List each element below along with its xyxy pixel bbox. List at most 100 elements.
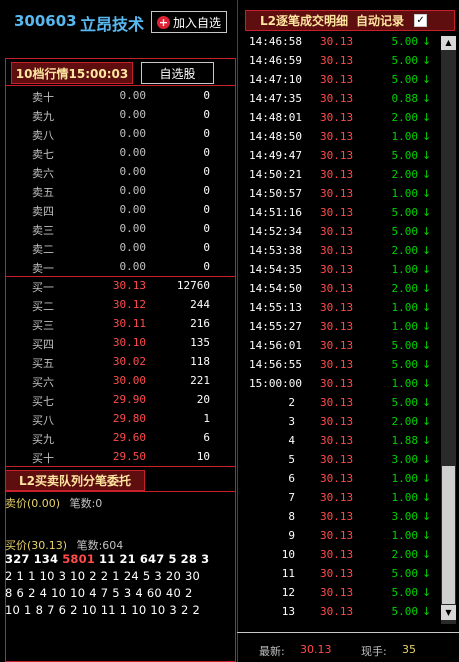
trade-row[interactable]: 14:55:13 30.13 1.00 ↓ [244, 299, 440, 318]
queue-order: 10 [70, 569, 86, 583]
trade-row[interactable]: 14:48:50 30.13 1.00 ↓ [244, 128, 440, 147]
trade-row[interactable]: 12 30.13 5.00 ↓ [244, 584, 440, 603]
scroll-down-icon[interactable]: ▼ [441, 605, 456, 620]
buy-level-row[interactable]: 买七 29.90 20 [6, 391, 234, 410]
sell-level-row[interactable]: 卖二 0.00 0 [6, 239, 234, 258]
trade-row[interactable]: 14:49:47 30.13 5.00 ↓ [244, 147, 440, 166]
trade-price: 30.13 [320, 453, 354, 466]
sell-level-row[interactable]: 卖一 0.00 0 [6, 258, 234, 277]
trade-row[interactable]: 3 30.13 2.00 ↓ [244, 413, 440, 432]
trade-volume: 1.00 [391, 320, 419, 333]
trade-time: 14:47:35 [249, 92, 302, 105]
trade-row[interactable]: 14:54:50 30.13 2.00 ↓ [244, 280, 440, 299]
trade-row[interactable]: 13 30.13 5.00 ↓ [244, 603, 440, 622]
sell-level-row[interactable]: 卖三 0.00 0 [6, 220, 234, 239]
trade-row[interactable]: 7 30.13 1.00 ↓ [244, 489, 440, 508]
tab-l2-detail[interactable]: L2逐笔成交明细 自动记录 ✓ [245, 10, 455, 31]
queue-order: 4 [39, 586, 48, 600]
queue-order: 30 [184, 569, 201, 583]
trade-row[interactable]: 14:48:01 30.13 2.00 ↓ [244, 109, 440, 128]
tab-favorites[interactable]: 自选股 [141, 62, 214, 84]
buy-level-row[interactable]: 买三 30.11 216 [6, 315, 234, 334]
scroll-thumb[interactable] [442, 466, 455, 604]
sell-level-row[interactable]: 卖九 0.00 0 [6, 106, 234, 125]
trade-price: 30.13 [320, 320, 354, 333]
level-volume: 0 [203, 222, 210, 235]
trade-row[interactable]: 14:54:35 30.13 1.00 ↓ [244, 261, 440, 280]
queue-order: 2 [28, 586, 36, 600]
sell-level-row[interactable]: 卖七 0.00 0 [6, 144, 234, 163]
trade-price: 30.13 [320, 149, 354, 162]
sell-level-row[interactable]: 卖十 0.00 0 [6, 87, 234, 106]
trade-row[interactable]: 15:00:00 30.13 1.00 ↓ [244, 375, 440, 394]
trade-row[interactable]: 14:55:27 30.13 1.00 ↓ [244, 318, 440, 337]
trade-row[interactable]: 4 30.13 1.88 ↓ [244, 432, 440, 451]
buy-level-row[interactable]: 买九 29.60 6 [6, 429, 234, 448]
trade-volume: 5.00 [391, 149, 419, 162]
trade-row[interactable]: 11 30.13 5.00 ↓ [244, 565, 440, 584]
trade-row[interactable]: 14:46:59 30.13 5.00 ↓ [244, 52, 440, 71]
add-favorite-button[interactable]: + 加入自选 [151, 11, 227, 33]
trade-row[interactable]: 5 30.13 3.00 ↓ [244, 451, 440, 470]
trade-row[interactable]: 14:56:01 30.13 5.00 ↓ [244, 337, 440, 356]
down-arrow-icon: ↓ [422, 206, 432, 219]
trade-time: 2 [288, 396, 295, 409]
trade-price: 30.13 [320, 358, 354, 371]
buy-level-row[interactable]: 买八 29.80 1 [6, 410, 234, 429]
trade-price: 30.13 [320, 282, 354, 295]
trade-row[interactable]: 10 30.13 2.00 ↓ [244, 546, 440, 565]
buy-level-row[interactable]: 买十 29.50 10 [6, 448, 234, 467]
auto-record-checkbox[interactable]: ✓ [414, 14, 428, 27]
down-arrow-icon: ↓ [422, 73, 432, 86]
tab-l2-queue[interactable]: L2买卖队列分笔委托 [5, 470, 145, 491]
trade-time: 14:48:50 [249, 130, 302, 143]
queue-order: 3 [201, 552, 210, 566]
sell-level-row[interactable]: 卖五 0.00 0 [6, 182, 234, 201]
trade-row[interactable]: 6 30.13 1.00 ↓ [244, 470, 440, 489]
queue-order: 40 [165, 586, 181, 600]
trade-row[interactable]: 9 30.13 1.00 ↓ [244, 527, 440, 546]
trade-row[interactable]: 14:52:34 30.13 5.00 ↓ [244, 223, 440, 242]
queue-order: 8 [35, 603, 44, 617]
trade-row[interactable]: 14:47:35 30.13 0.88 ↓ [244, 90, 440, 109]
down-arrow-icon: ↓ [422, 415, 432, 428]
latest-price-value: 30.13 [300, 643, 332, 656]
trade-time: 11 [281, 567, 295, 580]
level-label: 卖九 [32, 110, 54, 123]
trade-volume: 5.00 [391, 35, 419, 48]
trade-row[interactable]: 8 30.13 3.00 ↓ [244, 508, 440, 527]
trade-row[interactable]: 14:50:21 30.13 2.00 ↓ [244, 166, 440, 185]
buy-level-row[interactable]: 买六 30.00 221 [6, 372, 234, 391]
level-label: 卖五 [32, 186, 54, 199]
queue-order: 8 [5, 586, 13, 600]
buy-level-row[interactable]: 买一 30.13 12760 [6, 277, 234, 296]
trade-volume: 5.00 [391, 396, 419, 409]
queue-order: 2 [180, 603, 189, 617]
trade-row[interactable]: 14:50:57 30.13 1.00 ↓ [244, 185, 440, 204]
trade-volume: 5.00 [391, 225, 419, 238]
buy-level-row[interactable]: 买二 30.12 244 [6, 296, 234, 315]
buy-level-row[interactable]: 买四 30.10 135 [6, 334, 234, 353]
level-volume: 0 [203, 127, 210, 140]
trade-volume: 0.88 [391, 92, 419, 105]
trade-price: 30.13 [320, 92, 354, 105]
trade-row[interactable]: 14:53:38 30.13 2.00 ↓ [244, 242, 440, 261]
trade-price: 30.13 [320, 529, 354, 542]
trade-row[interactable]: 14:51:16 30.13 5.00 ↓ [244, 204, 440, 223]
down-arrow-icon: ↓ [422, 586, 432, 599]
trade-price: 30.13 [320, 567, 354, 580]
trade-row[interactable]: 2 30.13 5.00 ↓ [244, 394, 440, 413]
level-label: 卖六 [32, 167, 54, 180]
scroll-up-icon[interactable]: ▲ [441, 36, 456, 50]
trade-row[interactable]: 14:46:58 30.13 5.00 ↓ [244, 33, 440, 52]
sell-level-row[interactable]: 卖八 0.00 0 [6, 125, 234, 144]
trade-time: 13 [281, 605, 295, 618]
level-price: 29.60 [112, 431, 146, 444]
sell-level-row[interactable]: 卖四 0.00 0 [6, 201, 234, 220]
tab-quote10[interactable]: 10档行情15:00:03 [11, 62, 133, 84]
trade-row[interactable]: 14:56:55 30.13 5.00 ↓ [244, 356, 440, 375]
queue-order: 3 [154, 569, 162, 583]
sell-level-row[interactable]: 卖六 0.00 0 [6, 163, 234, 182]
buy-level-row[interactable]: 买五 30.02 118 [6, 353, 234, 372]
trade-row[interactable]: 14:47:10 30.13 5.00 ↓ [244, 71, 440, 90]
